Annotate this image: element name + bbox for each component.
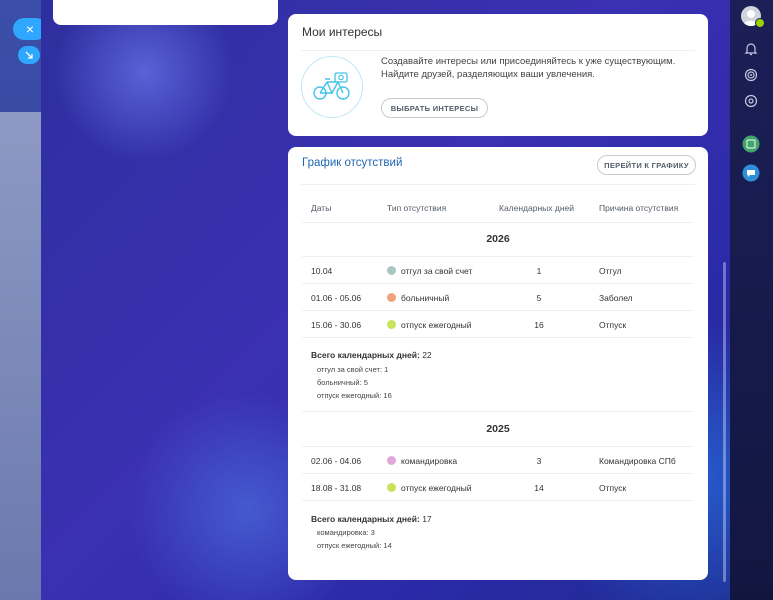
breakdown-item: больничный: 5: [317, 378, 368, 387]
row-reason: Заболел: [599, 293, 633, 303]
total-label: Всего календарных дней:: [311, 350, 420, 360]
spiral-icon[interactable]: [742, 66, 760, 84]
total-label: Всего календарных дней:: [311, 514, 420, 524]
breakdown-item: отгул за свой счет: 1: [317, 365, 389, 374]
go-to-schedule-button[interactable]: ПЕРЕЙТИ К ГРАФИКУ: [597, 155, 696, 175]
absence-type-dot: [387, 483, 396, 492]
background-panel: [0, 112, 42, 600]
total-days: Всего календарных дней: 22: [311, 350, 432, 360]
absence-title[interactable]: График отсутствий: [302, 157, 402, 169]
divider: [301, 50, 695, 51]
divider: [302, 500, 694, 501]
online-status-dot: [755, 18, 765, 28]
news-app-icon[interactable]: [742, 135, 760, 153]
column-header-reason: Причина отсутствия: [599, 203, 679, 213]
chat-search-icon[interactable]: [742, 92, 760, 110]
absence-type-dot: [387, 293, 396, 302]
row-reason: Отпуск: [599, 483, 627, 493]
divider: [302, 310, 694, 311]
bicycle-icon: [301, 56, 363, 118]
expand-slider-button[interactable]: [18, 46, 40, 64]
row-days: 16: [534, 320, 544, 330]
row-type: отпуск ежегодный: [387, 483, 472, 493]
row-type: отгул за свой счет: [387, 266, 472, 276]
row-dates: 15.06 - 30.06: [311, 320, 362, 330]
divider: [302, 446, 694, 447]
chat-app-icon[interactable]: [742, 164, 760, 182]
divider: [301, 184, 695, 185]
interests-description: Создавайте интересы или присоединяйтесь …: [381, 56, 676, 80]
row-days: 3: [536, 456, 542, 466]
absence-type-dot: [387, 266, 396, 275]
divider: [302, 283, 694, 284]
breakdown-item: отпуск ежегодный: 14: [317, 541, 392, 550]
row-type-label: больничный: [401, 293, 450, 303]
interests-card: Мои интересы Создавайте интересы или при…: [288, 14, 708, 136]
divider: [302, 256, 694, 257]
row-days: 5: [536, 293, 542, 303]
row-days: 14: [534, 483, 544, 493]
row-type: больничный: [387, 293, 449, 303]
column-header-dates: Даты: [311, 203, 332, 213]
divider: [302, 411, 694, 412]
row-type: отпуск ежегодный: [387, 320, 472, 330]
scrollbar[interactable]: [723, 262, 726, 582]
total-value: 22: [422, 350, 432, 360]
row-type-label: отпуск ежегодный: [401, 483, 472, 493]
row-dates: 01.06 - 05.06: [311, 293, 362, 303]
row-dates: 02.06 - 04.06: [311, 456, 362, 466]
column-header-type: Тип отсутствия: [387, 203, 447, 213]
absence-card: График отсутствий ПЕРЕЙТИ К ГРАФИКУ Даты…: [288, 147, 708, 580]
close-icon: ×: [25, 21, 35, 37]
breakdown-item: командировка: 3: [317, 528, 375, 537]
divider: [302, 222, 694, 223]
left-column-card: [53, 0, 278, 25]
breakdown-item: отпуск ежегодный: 16: [317, 391, 392, 400]
total-days: Всего календарных дней: 17: [311, 514, 432, 524]
row-dates: 18.08 - 31.08: [311, 483, 362, 493]
row-type-label: отпуск ежегодный: [401, 320, 472, 330]
divider: [302, 337, 694, 338]
expand-arrow-icon: [25, 51, 33, 59]
year-heading: 2025: [486, 423, 510, 435]
row-dates: 10.04: [311, 266, 333, 276]
row-reason: Отпуск: [599, 320, 627, 330]
row-reason: Командировка СПб: [599, 456, 676, 466]
row-days: 1: [536, 266, 542, 276]
right-sidebar: [730, 0, 773, 600]
absence-type-dot: [387, 320, 396, 329]
bell-icon[interactable]: [742, 40, 760, 58]
interests-title: Мои интересы: [302, 25, 383, 39]
total-value: 17: [422, 514, 432, 524]
column-header-days: Календарных дней: [499, 203, 575, 213]
row-type-label: командировка: [401, 456, 458, 466]
row-type-label: отгул за свой счет: [401, 266, 473, 276]
choose-interests-button[interactable]: ВЫБРАТЬ ИНТЕРЕСЫ: [381, 98, 488, 118]
row-type: командировка: [387, 456, 457, 466]
row-reason: Отгул: [599, 266, 622, 276]
year-heading: 2026: [486, 233, 510, 245]
absence-type-dot: [387, 456, 396, 465]
divider: [302, 473, 694, 474]
